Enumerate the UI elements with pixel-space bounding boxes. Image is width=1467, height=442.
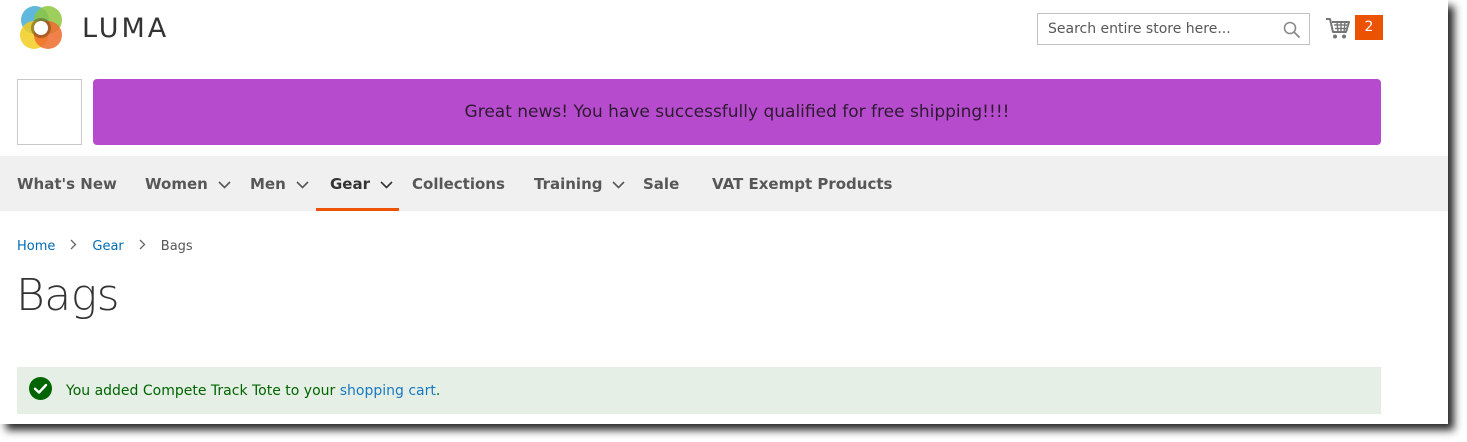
promo-thumbnail <box>17 79 82 145</box>
chevron-down-icon <box>218 175 231 193</box>
search-box <box>1037 13 1310 45</box>
nav-item-vat-exempt-products[interactable]: VAT Exempt Products <box>712 156 892 211</box>
minicart-button[interactable]: 2 <box>1325 15 1383 40</box>
message-suffix: . <box>435 382 441 399</box>
search-icon[interactable] <box>1283 21 1300 43</box>
free-shipping-message: Great news! You have successfully qualif… <box>464 102 1010 122</box>
nav-item-women[interactable]: Women <box>145 156 231 211</box>
nav-item-sale[interactable]: Sale <box>643 156 679 211</box>
breadcrumb-gear-link[interactable]: Gear <box>92 239 123 254</box>
nav-item-label: Training <box>534 174 603 193</box>
browser-page: LUMA 2 Great news! You have successfully… <box>0 0 1448 424</box>
shopping-cart-link[interactable]: shopping cart <box>340 383 436 399</box>
nav-item-label: VAT Exempt Products <box>712 174 893 193</box>
luma-logo[interactable]: LUMA <box>17 3 169 53</box>
breadcrumb-current: Bags <box>160 239 193 254</box>
logo-text: LUMA <box>82 12 170 44</box>
free-shipping-banner: Great news! You have successfully qualif… <box>93 79 1381 145</box>
chevron-right-icon <box>70 239 77 254</box>
nav-item-label: Collections <box>412 174 505 193</box>
chevron-down-icon <box>612 175 626 193</box>
nav-item-label: Sale <box>643 174 680 193</box>
search-input[interactable] <box>1038 14 1278 44</box>
success-message-text: You added Compete Track Tote to your sho… <box>66 383 440 399</box>
nav-item-collections[interactable]: Collections <box>412 156 505 211</box>
page-title: Bags <box>16 270 120 321</box>
chevron-right-icon <box>139 239 146 254</box>
nav-item-men[interactable]: Men <box>250 156 309 211</box>
success-message: You added Compete Track Tote to your sho… <box>17 367 1381 414</box>
cart-count-badge: 2 <box>1355 15 1383 40</box>
breadcrumb-home-link[interactable]: Home <box>17 239 55 254</box>
nav-item-label: Gear <box>330 174 371 193</box>
checkmark-icon <box>29 377 52 404</box>
message-prefix: You added Compete Track Tote to your <box>66 382 340 399</box>
nav-item-label: Women <box>145 174 208 193</box>
nav-item-label: What's New <box>17 174 117 193</box>
shopping-cart-icon <box>1326 17 1350 38</box>
main-navigation: What's New Women Men Gear Collections Tr… <box>0 156 1448 211</box>
luma-logo-icon <box>20 6 62 49</box>
nav-item-whats-new[interactable]: What's New <box>17 156 117 211</box>
nav-item-label: Men <box>250 174 286 193</box>
nav-item-training[interactable]: Training <box>534 156 626 211</box>
chevron-down-icon <box>296 175 309 193</box>
breadcrumb: Home Gear Bags <box>17 239 193 254</box>
chevron-down-icon <box>380 175 393 193</box>
nav-item-gear[interactable]: Gear <box>315 156 400 211</box>
